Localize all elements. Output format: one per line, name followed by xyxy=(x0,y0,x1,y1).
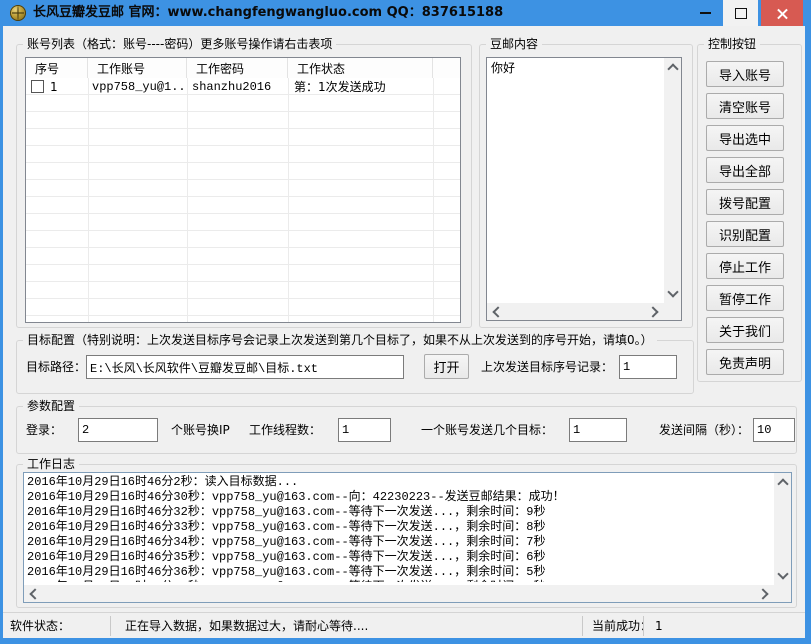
column-header-index[interactable]: 序号 xyxy=(26,58,88,78)
target-path-input[interactable] xyxy=(86,355,404,379)
export-selected-button[interactable]: 导出选中 xyxy=(706,125,784,151)
account-list-body: 1 vpp758_yu@1... shanzhu2016 第：1次发送成功 xyxy=(26,78,460,322)
column-header-status[interactable]: 工作状态 xyxy=(288,58,433,78)
threads-input[interactable] xyxy=(338,418,391,442)
log-line: 2016年10月29日16时46分35秒：vpp758_yu@163.com--… xyxy=(27,550,771,565)
column-header-spacer xyxy=(433,58,460,78)
column-header-account[interactable]: 工作账号 xyxy=(88,58,187,78)
param-config-group: 参数配置 登录： 个账号换IP 工作线程数： 一个账号发送几个目标： 发送间隔（… xyxy=(16,406,797,454)
row-account: vpp758_yu@1... xyxy=(88,80,187,94)
mail-vertical-scrollbar[interactable] xyxy=(664,58,681,303)
row-checkbox[interactable] xyxy=(31,80,44,93)
work-log-text[interactable]: 2016年10月29日16时46分2秒：读入目标数据... 2016年10月29… xyxy=(27,475,771,582)
log-line: 2016年10月29日16时46分36秒：vpp758_yu@163.com--… xyxy=(27,565,771,580)
status-separator xyxy=(643,616,644,636)
mail-horizontal-scrollbar[interactable] xyxy=(487,303,664,320)
account-list-group: 账号列表（格式：账号----密码）更多账号操作请右击表项 序号 工作账号 工作密… xyxy=(16,44,472,328)
targets-per-account-input[interactable] xyxy=(569,418,627,442)
login-label: 登录： xyxy=(26,418,62,442)
control-buttons-group: 控制按钮 导入账号 清空账号 导出选中 导出全部 拨号配置 识别配置 停止工作 … xyxy=(697,44,802,382)
mail-content-textbox[interactable]: 你好 xyxy=(486,57,682,321)
export-all-button[interactable]: 导出全部 xyxy=(706,157,784,183)
targets-per-account-label: 一个账号发送几个目标： xyxy=(421,418,553,442)
row-index: 1 xyxy=(50,80,58,94)
account-list-group-label: 账号列表（格式：账号----密码）更多账号操作请右击表项 xyxy=(23,37,336,52)
send-interval-input[interactable] xyxy=(753,418,795,442)
threads-label: 工作线程数： xyxy=(249,418,321,442)
window-title: 长风豆瓣发豆邮 官网：www.changfengwangluo.com QQ：8… xyxy=(33,0,503,26)
maximize-button[interactable] xyxy=(723,0,758,26)
log-line: 2016年10月29日16时46分33秒：vpp758_yu@163.com--… xyxy=(27,520,771,535)
table-row[interactable]: 1 vpp758_yu@1... shanzhu2016 第：1次发送成功 xyxy=(26,78,460,95)
log-horizontal-scrollbar[interactable] xyxy=(24,585,774,602)
close-icon xyxy=(776,7,789,20)
dial-config-button[interactable]: 拨号配置 xyxy=(706,189,784,215)
mail-content-group-label: 豆邮内容 xyxy=(486,37,542,52)
status-separator xyxy=(582,616,583,636)
work-log-textbox[interactable]: 2016年10月29日16时46分2秒：读入目标数据... 2016年10月29… xyxy=(23,472,792,603)
status-state-label: 软件状态： xyxy=(10,613,70,639)
scroll-up-icon[interactable] xyxy=(667,63,678,74)
minimize-icon xyxy=(700,12,711,14)
column-header-password[interactable]: 工作密码 xyxy=(187,58,288,78)
target-config-group: 目标配置（特别说明：上次发送目标序号会记录上次发送到第几个目标了，如果不从上次发… xyxy=(16,340,694,394)
param-config-group-label: 参数配置 xyxy=(23,399,79,414)
work-log-group-label: 工作日志 xyxy=(23,457,79,472)
log-line: 2016年10月29日16时46分30秒：vpp758_yu@163.com--… xyxy=(27,490,771,505)
app-icon xyxy=(10,5,26,21)
scrollbar-corner xyxy=(774,585,791,602)
account-listview[interactable]: 序号 工作账号 工作密码 工作状态 1 vpp758_yu@1... shanz… xyxy=(25,57,461,323)
account-list-header: 序号 工作账号 工作密码 工作状态 xyxy=(26,58,460,79)
log-line: 2016年10月29日16时46分32秒：vpp758_yu@163.com--… xyxy=(27,505,771,520)
log-line: 2016年10月29日16时46分37秒：vpp758_yu@163.com--… xyxy=(27,580,771,582)
control-buttons-group-label: 控制按钮 xyxy=(704,37,760,52)
status-bar: 软件状态： 正在导入数据，如果数据过大，请耐心等待.... 当前成功： 1 xyxy=(3,612,805,638)
log-line: 2016年10月29日16时46分2秒：读入目标数据... xyxy=(27,475,771,490)
target-path-label: 目标路径： xyxy=(26,355,86,379)
scroll-down-icon[interactable] xyxy=(777,568,788,579)
captcha-config-button[interactable]: 识别配置 xyxy=(706,221,784,247)
scrollbar-corner xyxy=(664,303,681,320)
send-interval-label: 发送间隔（秒）： xyxy=(659,418,749,442)
maximize-icon xyxy=(735,8,747,19)
scroll-left-icon[interactable] xyxy=(492,306,503,317)
scroll-right-icon[interactable] xyxy=(757,588,768,599)
clear-accounts-button[interactable]: 清空账号 xyxy=(706,93,784,119)
row-password: shanzhu2016 xyxy=(187,80,288,94)
status-message: 正在导入数据，如果数据过大，请耐心等待.... xyxy=(125,613,368,639)
open-file-button[interactable]: 打开 xyxy=(424,354,469,379)
last-index-input[interactable] xyxy=(619,355,677,379)
scroll-down-icon[interactable] xyxy=(667,286,678,297)
status-separator xyxy=(110,616,111,636)
pause-work-button[interactable]: 暂停工作 xyxy=(706,285,784,311)
target-config-group-label: 目标配置（特别说明：上次发送目标序号会记录上次发送到第几个目标了，如果不从上次发… xyxy=(23,333,657,348)
work-log-group: 工作日志 2016年10月29日16时46分2秒：读入目标数据... 2016年… xyxy=(16,464,797,608)
stop-work-button[interactable]: 停止工作 xyxy=(706,253,784,279)
scroll-up-icon[interactable] xyxy=(777,478,788,489)
success-count-value: 1 xyxy=(655,613,663,639)
import-accounts-button[interactable]: 导入账号 xyxy=(706,61,784,87)
log-vertical-scrollbar[interactable] xyxy=(774,473,791,585)
row-index-cell: 1 xyxy=(26,80,88,94)
login-count-input[interactable] xyxy=(78,418,158,442)
mail-content-text[interactable]: 你好 xyxy=(491,60,661,300)
last-index-label: 上次发送目标序号记录： xyxy=(481,355,613,379)
about-us-button[interactable]: 关于我们 xyxy=(706,317,784,343)
scroll-right-icon[interactable] xyxy=(647,306,658,317)
row-status: 第：1次发送成功 xyxy=(288,78,433,95)
log-line: 2016年10月29日16时46分34秒：vpp758_yu@163.com--… xyxy=(27,535,771,550)
disclaimer-button[interactable]: 免责声明 xyxy=(706,349,784,375)
minimize-button[interactable] xyxy=(690,0,720,26)
close-button[interactable] xyxy=(761,0,803,26)
titlebar: 长风豆瓣发豆邮 官网：www.changfengwangluo.com QQ：8… xyxy=(0,0,811,26)
mail-content-group: 豆邮内容 你好 xyxy=(479,44,693,328)
app-window: 长风豆瓣发豆邮 官网：www.changfengwangluo.com QQ：8… xyxy=(0,0,811,644)
scroll-left-icon[interactable] xyxy=(29,588,40,599)
ip-switch-label: 个账号换IP xyxy=(171,418,230,442)
